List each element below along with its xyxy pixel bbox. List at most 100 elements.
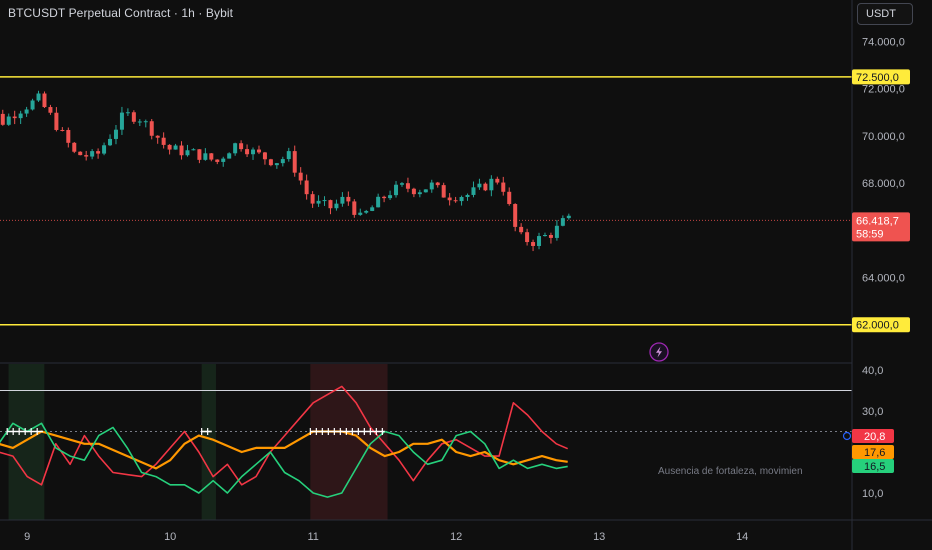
candle-body <box>376 196 381 208</box>
candle-body <box>358 212 363 215</box>
candle-body <box>471 187 476 195</box>
indicator-tick-label: 40,0 <box>862 365 883 377</box>
last-price-tag-label: 66.418,7 <box>856 215 899 227</box>
time-tick-label: 14 <box>736 531 748 543</box>
candle-body <box>459 197 464 202</box>
candle-body <box>483 183 488 191</box>
candle-body <box>245 149 250 155</box>
chart-canvas[interactable]: Ausencia de fortaleza, movimien 74.000,0… <box>0 0 932 550</box>
price-tick-label: 70.000,0 <box>862 131 905 143</box>
candle-body <box>221 158 226 162</box>
candle-body <box>423 189 428 193</box>
time-tick-label: 12 <box>450 531 462 543</box>
candle-body <box>108 138 113 146</box>
candle-body <box>167 144 172 150</box>
candle-body <box>209 153 214 160</box>
candle-body <box>417 192 422 195</box>
signal-zone <box>201 364 216 520</box>
candle-body <box>531 242 536 246</box>
candle-body <box>560 218 565 226</box>
candle-body <box>215 159 220 162</box>
candle-body <box>173 145 178 150</box>
candle-body <box>227 153 232 159</box>
candle-body <box>280 159 285 164</box>
candle-body <box>119 112 124 130</box>
candle-body <box>334 203 339 209</box>
lightning-icon[interactable] <box>649 342 669 362</box>
candle-body <box>90 151 95 157</box>
candle-body <box>233 143 238 154</box>
price-tick-label: 72.000,0 <box>862 84 905 96</box>
candle-body <box>185 150 190 156</box>
candle-body <box>554 225 559 238</box>
candle-body <box>465 194 470 198</box>
signal-zone <box>310 364 388 520</box>
price-tick-label: 68.000,0 <box>862 178 905 190</box>
candle-body <box>537 236 542 246</box>
indicator-value-tag-label: 20,8 <box>864 431 885 443</box>
candle-body <box>72 142 77 152</box>
candle-body <box>66 129 71 143</box>
candle-body <box>137 121 142 123</box>
candle-body <box>310 194 315 204</box>
candle-body <box>453 200 458 202</box>
candle-body <box>96 151 101 154</box>
candle-body <box>495 178 500 183</box>
candle-body <box>78 151 83 156</box>
indicator-value-tag-label: 16,5 <box>864 461 885 473</box>
candle-body <box>24 109 29 114</box>
candle-body <box>340 196 345 204</box>
candle-body <box>525 232 530 243</box>
indicator-value-tag-label: 17,6 <box>864 447 885 459</box>
level-price-tag-label: 72.500,0 <box>856 72 899 84</box>
indicator-tick-label: 10,0 <box>862 488 883 500</box>
candle-body <box>477 183 482 188</box>
candle-body <box>542 234 547 237</box>
candle-body <box>149 121 154 136</box>
candle-body <box>268 159 273 166</box>
candle-body <box>501 182 506 192</box>
candle-body <box>203 153 208 160</box>
candle-body <box>143 121 148 123</box>
candle-body <box>262 152 267 160</box>
price-tick-label: 74.000,0 <box>862 36 905 48</box>
candle-body <box>388 195 393 199</box>
candle-body <box>405 183 410 189</box>
candle-body <box>60 129 65 131</box>
indicator-tick-label: 30,0 <box>862 406 883 418</box>
time-tick-label: 9 <box>24 531 30 543</box>
candle-body <box>441 185 446 198</box>
candle-body <box>125 112 130 114</box>
candle-body <box>131 112 136 122</box>
level-price-tag-label: 62.000,0 <box>856 320 899 332</box>
candle-body <box>286 151 291 160</box>
candle-body <box>251 149 256 155</box>
candle-body <box>42 93 47 108</box>
candle-body <box>394 184 399 196</box>
candle-body <box>489 178 494 191</box>
candle-body <box>191 149 196 151</box>
candle-body <box>30 100 35 110</box>
price-tick-label: 64.000,0 <box>862 272 905 284</box>
candle-body <box>48 107 53 113</box>
candle-body <box>566 215 571 219</box>
countdown-tag-label: 58:59 <box>856 228 884 240</box>
candle-body <box>370 207 375 211</box>
candle-body <box>18 113 23 119</box>
time-tick-label: 11 <box>307 531 318 543</box>
candle-body <box>292 151 297 173</box>
candle-body <box>0 113 5 125</box>
candle-body <box>274 163 279 166</box>
time-tick-label: 13 <box>593 531 605 543</box>
candle-body <box>161 137 166 145</box>
signal-zone <box>8 364 45 520</box>
candle-body <box>411 188 416 195</box>
candle-body <box>102 145 107 154</box>
candle-body <box>36 93 41 101</box>
candle-body <box>519 226 524 233</box>
candle-body <box>298 172 303 181</box>
candle-body <box>429 182 434 190</box>
symbol-title: BTCUSDT Perpetual Contract · 1h · Bybit <box>8 6 234 20</box>
candle-body <box>364 210 369 213</box>
currency-button[interactable]: USDT <box>857 3 913 25</box>
